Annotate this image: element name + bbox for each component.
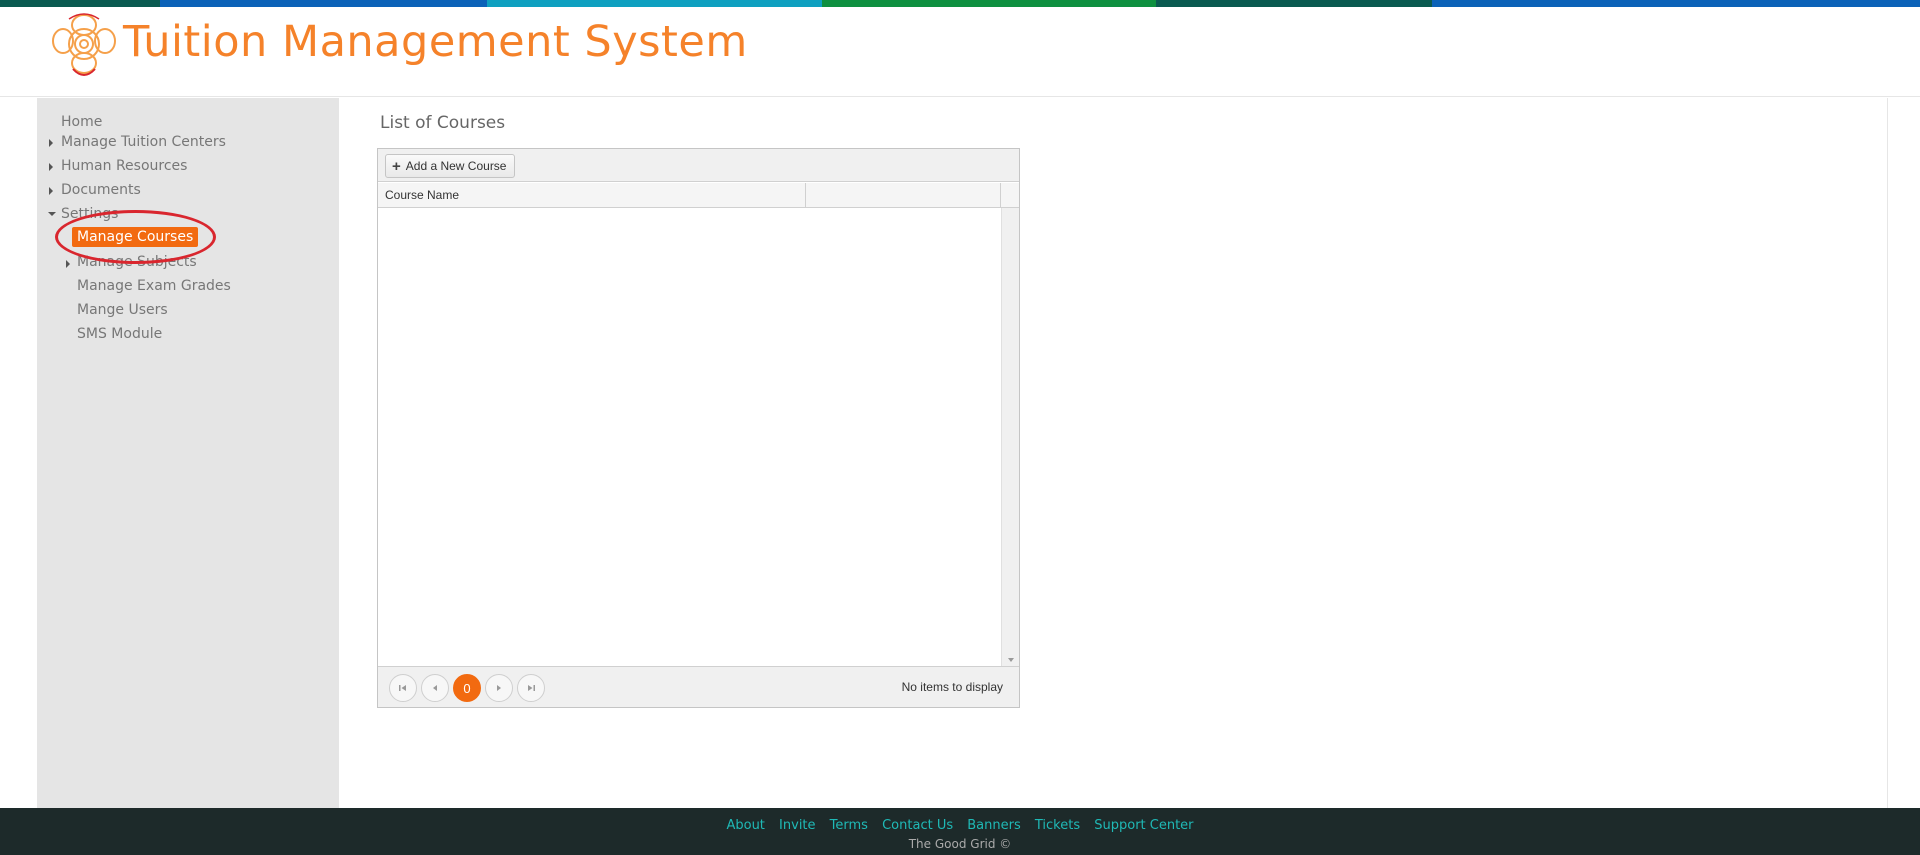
courses-grid: + Add a New Course Course Name 0 No item… <box>377 148 1020 708</box>
sidebar: Home Manage Tuition Centers Human Resour… <box>37 98 339 808</box>
first-page-icon[interactable] <box>389 674 417 702</box>
footer-link-about[interactable]: About <box>726 818 764 833</box>
footer-copyright: The Good Grid © <box>908 837 1012 851</box>
next-page-icon[interactable] <box>485 674 513 702</box>
grid-header: Course Name <box>378 183 1019 208</box>
current-page-button[interactable]: 0 <box>453 674 481 702</box>
footer: About Invite Terms Contact Us Banners Ti… <box>0 808 1920 855</box>
app-title: Tuition Management System <box>123 17 748 67</box>
add-course-button[interactable]: + Add a New Course <box>385 154 516 178</box>
grid-toolbar: + Add a New Course <box>378 149 1019 182</box>
footer-link-contact-us[interactable]: Contact Us <box>882 818 953 833</box>
add-course-label: Add a New Course <box>405 159 507 173</box>
sidebar-item-manage-tuition-centers[interactable]: Manage Tuition Centers <box>61 134 226 150</box>
footer-link-banners[interactable]: Banners <box>967 818 1020 833</box>
sidebar-item-manage-exam-grades[interactable]: Manage Exam Grades <box>77 278 231 294</box>
pager-info: No items to display <box>901 680 1003 694</box>
footer-link-invite[interactable]: Invite <box>779 818 815 833</box>
sidebar-item-sms-module[interactable]: SMS Module <box>77 326 162 342</box>
flower-logo-icon[interactable] <box>49 11 119 81</box>
footer-link-support-center[interactable]: Support Center <box>1094 818 1193 833</box>
sidebar-item-mange-users[interactable]: Mange Users <box>77 302 168 318</box>
scroll-down-arrow-icon[interactable] <box>1008 658 1014 662</box>
grid-pager: 0 No items to display <box>378 666 1019 707</box>
previous-page-icon[interactable] <box>421 674 449 702</box>
plus-icon: + <box>392 157 401 175</box>
vertical-scrollbar[interactable] <box>1001 208 1019 666</box>
page-title: List of Courses <box>380 113 506 133</box>
app-header: Tuition Management System <box>0 7 1920 97</box>
footer-links: About Invite Terms Contact Us Banners Ti… <box>0 818 1920 833</box>
content-divider <box>1887 98 1888 808</box>
top-color-bar <box>0 0 1920 7</box>
grid-body <box>378 208 1001 666</box>
last-page-icon[interactable] <box>517 674 545 702</box>
collapse-arrow-icon[interactable] <box>48 212 56 216</box>
sidebar-item-home[interactable]: Home <box>61 114 102 130</box>
expand-arrow-icon[interactable] <box>49 163 53 171</box>
expand-arrow-icon[interactable] <box>66 260 70 268</box>
sidebar-item-human-resources[interactable]: Human Resources <box>61 158 187 174</box>
column-header-course-name[interactable]: Course Name <box>378 183 806 208</box>
highlight-circle-annotation <box>55 210 216 264</box>
footer-link-tickets[interactable]: Tickets <box>1035 818 1080 833</box>
expand-arrow-icon[interactable] <box>49 187 53 195</box>
sidebar-item-documents[interactable]: Documents <box>61 182 141 198</box>
column-header-actions[interactable] <box>806 183 1001 208</box>
expand-arrow-icon[interactable] <box>49 139 53 147</box>
footer-link-terms[interactable]: Terms <box>830 818 868 833</box>
